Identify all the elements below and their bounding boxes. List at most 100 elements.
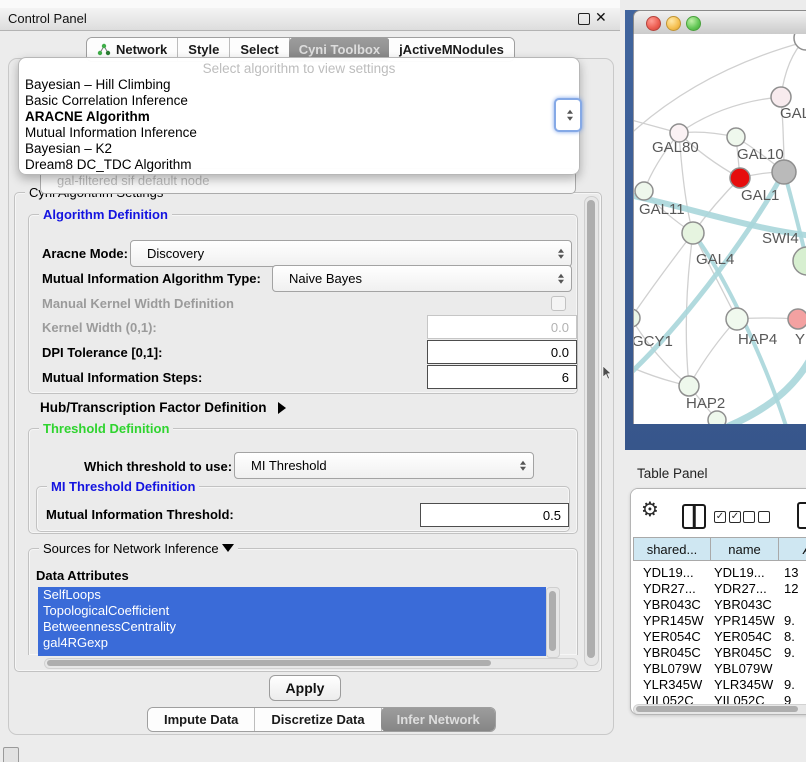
- aracne-mode-combobox[interactable]: Discovery: [130, 240, 572, 267]
- table-cell: 12: [778, 581, 798, 597]
- dropdown-item[interactable]: Bayesian – K2: [23, 141, 575, 157]
- expand-right-icon: [278, 402, 286, 414]
- table-cell: YPR145W: [710, 613, 778, 629]
- network-node[interactable]: [730, 168, 750, 188]
- network-node[interactable]: [727, 128, 745, 146]
- settings-vertical-scrollbar[interactable]: [584, 196, 599, 666]
- network-graph: GALGAL80GAL10GAL1GAL11GAL4SWI4HAP4YGCY1H…: [634, 34, 806, 424]
- tab-impute-data[interactable]: Impute Data: [148, 708, 255, 731]
- table-cell: [778, 597, 784, 613]
- close-traffic-light[interactable]: [646, 16, 661, 31]
- network-node[interactable]: [788, 309, 806, 329]
- table-cell: 8.: [778, 629, 795, 645]
- attribute-list-item[interactable]: gal4RGexp: [38, 635, 546, 651]
- network-node-label: GCY1: [634, 333, 673, 350]
- table-cell: 9.: [778, 677, 795, 693]
- dropdown-item[interactable]: Basic Correlation Inference: [23, 93, 575, 109]
- network-node[interactable]: [635, 182, 653, 200]
- network-node[interactable]: [726, 308, 748, 330]
- network-node-label: HAP4: [738, 331, 777, 348]
- table-cell: YBR043C: [710, 597, 778, 613]
- control-panel-titlebar[interactable]: [0, 8, 620, 31]
- select-all-columns-icon[interactable]: ✓✓: [714, 511, 741, 523]
- mi-threshold-field[interactable]: 0.5: [420, 503, 569, 527]
- network-node[interactable]: [679, 376, 699, 396]
- float-window-icon[interactable]: [578, 13, 590, 25]
- control-panel-title: Control Panel: [8, 11, 87, 26]
- table-body: YDL19...YDL19...13YDR27...YDR27...12YBR0…: [633, 565, 806, 709]
- network-edge: [679, 97, 781, 133]
- hub-definition-toggle[interactable]: Hub/Transcription Factor Definition: [40, 400, 286, 415]
- dropdown-item[interactable]: Bayesian – Hill Climbing: [23, 77, 575, 93]
- network-node[interactable]: [708, 411, 726, 424]
- mi-type-combobox[interactable]: Naive Bayes: [272, 265, 572, 292]
- table-row[interactable]: YBR043CYBR043C: [633, 597, 806, 613]
- network-node[interactable]: [634, 309, 640, 327]
- attribute-list-item[interactable]: SelfLoops: [38, 587, 546, 603]
- table-cell: 9.: [778, 613, 795, 629]
- close-icon[interactable]: ✕: [595, 9, 607, 26]
- settings-horizontal-scrollbar[interactable]: [44, 658, 578, 669]
- network-edge: [634, 233, 693, 318]
- tab-discretize-data[interactable]: Discretize Data: [255, 708, 381, 731]
- mi-type-label: Mutual Information Algorithm Type:: [42, 271, 261, 286]
- dropdown-item[interactable]: Mutual Information Inference: [23, 125, 575, 141]
- tray-icon[interactable]: [3, 747, 19, 762]
- network-node[interactable]: [772, 160, 796, 184]
- network-node[interactable]: [682, 222, 704, 244]
- which-threshold-label: Which threshold to use:: [84, 459, 232, 474]
- network-window-titlebar[interactable]: [633, 10, 806, 36]
- table-row[interactable]: YBR045CYBR045C9.: [633, 645, 806, 661]
- column-layout-icon[interactable]: [682, 504, 706, 529]
- table-row[interactable]: YDR27...YDR27...12: [633, 581, 806, 597]
- network-canvas[interactable]: GALGAL80GAL10GAL1GAL11GAL4SWI4HAP4YGCY1H…: [633, 34, 806, 424]
- which-threshold-combobox[interactable]: MI Threshold: [234, 452, 534, 479]
- dpi-tolerance-label: DPI Tolerance [0,1]:: [42, 345, 162, 360]
- table-row[interactable]: YER054CYER054C8.: [633, 629, 806, 645]
- table-row[interactable]: YPR145WYPR145W9.: [633, 613, 806, 629]
- dropdown-item-list: Bayesian – Hill ClimbingBasic Correlatio…: [23, 77, 575, 173]
- dpi-tolerance-field[interactable]: 0.0: [427, 340, 577, 364]
- network-node-label: GAL10: [737, 146, 784, 163]
- table-cell: YER054C: [633, 629, 710, 645]
- table-cell: YDR27...: [710, 581, 778, 597]
- minimize-traffic-light[interactable]: [666, 16, 681, 31]
- deselect-all-columns-icon[interactable]: [743, 511, 770, 523]
- column-header-shared[interactable]: shared...: [633, 537, 711, 561]
- table-cell: YBL079W: [710, 661, 778, 677]
- table-cell: YBL079W: [633, 661, 710, 677]
- network-node[interactable]: [771, 87, 791, 107]
- network-node-label: GAL4: [696, 251, 734, 268]
- tab-infer-network[interactable]: Infer Network: [381, 707, 496, 732]
- manual-kernel-label: Manual Kernel Width Definition: [42, 296, 234, 311]
- network-node-label: GAL11: [639, 201, 685, 218]
- table-panel: ⚙ ✓✓ shared... name A YDL19...YDL19...13…: [630, 488, 806, 715]
- table-cell: YPR145W: [633, 613, 710, 629]
- dropdown-item[interactable]: ARACNE Algorithm: [23, 109, 575, 125]
- manual-kernel-checkbox[interactable]: [551, 296, 566, 311]
- network-node[interactable]: [794, 34, 806, 50]
- network-node-label: GAL80: [652, 139, 699, 156]
- new-table-icon[interactable]: [797, 502, 806, 529]
- attribute-list-item[interactable]: TopologicalCoefficient: [38, 603, 546, 619]
- column-header-third[interactable]: A: [779, 537, 806, 561]
- table-row[interactable]: YLR345WYLR345W9.: [633, 677, 806, 693]
- kernel-width-field[interactable]: 0.0: [427, 315, 577, 339]
- network-node[interactable]: [793, 247, 806, 275]
- table-horizontal-scrollbar[interactable]: [633, 704, 806, 715]
- table-row[interactable]: YBL079WYBL079W: [633, 661, 806, 677]
- attributes-vertical-scrollbar[interactable]: [546, 587, 560, 658]
- attribute-list-item[interactable]: BetweennessCentrality: [38, 619, 546, 635]
- gear-icon[interactable]: ⚙: [641, 500, 659, 520]
- table-row[interactable]: YDL19...YDL19...13: [633, 565, 806, 581]
- mi-steps-field[interactable]: 6: [427, 365, 577, 389]
- network-edge: [634, 318, 689, 386]
- algorithm-combobox-stepper[interactable]: [554, 98, 582, 132]
- zoom-traffic-light[interactable]: [686, 16, 701, 31]
- apply-button[interactable]: Apply: [269, 675, 341, 701]
- column-header-name[interactable]: name: [711, 537, 779, 561]
- mi-threshold-label: Mutual Information Threshold:: [46, 507, 234, 522]
- sources-group-title[interactable]: Sources for Network Inference: [39, 541, 238, 556]
- dropdown-item[interactable]: Dream8 DC_TDC Algorithm: [23, 157, 575, 173]
- data-attributes-list[interactable]: SelfLoopsTopologicalCoefficientBetweenne…: [38, 587, 546, 656]
